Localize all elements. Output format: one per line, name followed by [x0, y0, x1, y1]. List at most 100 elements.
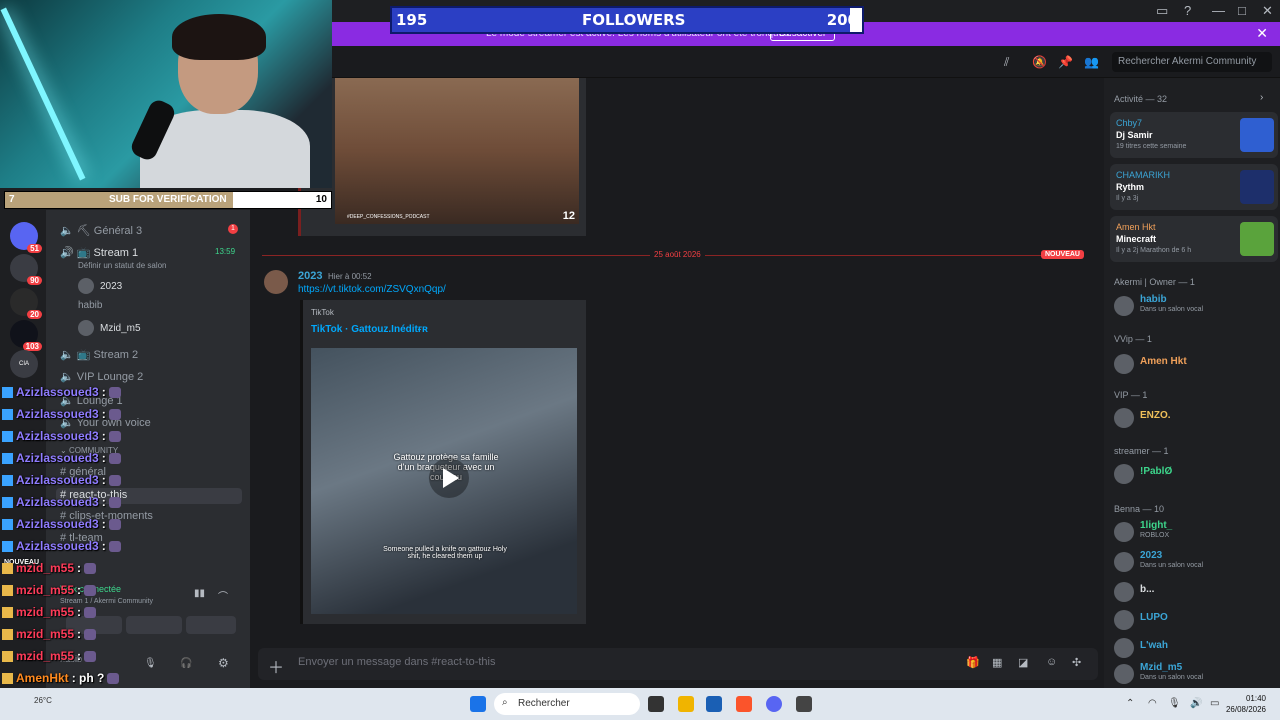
- notification-bell-icon[interactable]: 🔕: [1032, 55, 1047, 69]
- video-subtitle: Someone pulled a knife on gattouz Holy s…: [383, 546, 507, 560]
- play-icon[interactable]: [429, 458, 469, 498]
- threads-icon[interactable]: ⫽: [1004, 55, 1009, 70]
- server-icon-cia[interactable]: CIA: [10, 350, 38, 378]
- message-link[interactable]: https://vt.tiktok.com/ZSVQxnQqp/: [298, 284, 446, 295]
- minimize-icon[interactable]: —: [1212, 3, 1225, 18]
- emote-icon: [84, 606, 97, 618]
- video-embed[interactable]: #DEEP_CONFESSIONS_PODCAST 12: [298, 78, 586, 236]
- channel-general-3[interactable]: 🔈 ⛏ Général 3: [60, 224, 142, 237]
- server-badge: 90: [27, 276, 42, 285]
- mic-tray-icon[interactable]: 🎙: [1168, 698, 1181, 709]
- server-icon[interactable]: 51: [10, 222, 42, 253]
- channel-time: 13:59: [215, 247, 236, 256]
- apps-icon[interactable]: ✣: [1072, 656, 1081, 669]
- member-item[interactable]: habib Dans un salon vocal: [1114, 294, 1274, 316]
- thumbnail-tag: #DEEP_CONFESSIONS_PODCAST: [347, 214, 430, 220]
- streamer-hair: [172, 14, 266, 60]
- chat-line: mzid_m55:: [2, 627, 97, 641]
- member-item[interactable]: 2023 Dans un salon vocal: [1114, 550, 1274, 572]
- search-input[interactable]: Rechercher Akermi Community: [1112, 52, 1272, 72]
- avatar: [78, 320, 94, 336]
- gift-icon[interactable]: 🎁: [966, 656, 980, 669]
- store-icon[interactable]: [706, 696, 722, 712]
- inbox-icon[interactable]: ▭: [1156, 3, 1168, 19]
- activity-detail: Il y a 2j Marathon de 6 h: [1116, 247, 1192, 254]
- channel-vip-lounge-2[interactable]: 🔈 VIP Lounge 2: [60, 370, 143, 383]
- taskbar-search[interactable]: Rechercher: [494, 693, 640, 715]
- member-item[interactable]: Amen Hkt: [1114, 352, 1274, 374]
- voice-user-name: habib: [78, 300, 103, 311]
- tray-chevron-icon[interactable]: ⌃: [1126, 698, 1134, 709]
- channel-status[interactable]: Définir un statut de salon: [78, 261, 167, 270]
- badge-icon: [2, 672, 13, 684]
- server-icon[interactable]: 103: [10, 320, 42, 351]
- discord-icon[interactable]: [766, 696, 782, 712]
- member-item[interactable]: LUPO: [1114, 608, 1274, 630]
- task-view-icon[interactable]: [648, 696, 664, 712]
- activity-user: Amen Hkt: [1116, 222, 1156, 232]
- channel-stream-1[interactable]: 🔊 📺 Stream 1: [60, 246, 138, 259]
- chat-text: :: [101, 517, 106, 531]
- avatar[interactable]: [264, 270, 288, 294]
- video-thumbnail[interactable]: #DEEP_CONFESSIONS_PODCAST 12: [335, 78, 579, 224]
- chat-line: mzid_m55:: [2, 583, 97, 597]
- voice-user[interactable]: 2023: [78, 278, 122, 294]
- activity-card[interactable]: Chby7 Dj Samir 19 titres cette semaine: [1110, 112, 1278, 158]
- member-item[interactable]: !PablØ: [1114, 462, 1274, 484]
- chat-username: Azizlassoued3: [16, 429, 99, 443]
- member-item[interactable]: b...: [1114, 580, 1274, 602]
- member-item[interactable]: ENZO.: [1114, 406, 1274, 428]
- message-input[interactable]: [298, 656, 898, 668]
- activity-title: Rythm: [1116, 182, 1145, 192]
- battery-icon[interactable]: ▭: [1210, 698, 1219, 709]
- obs-icon[interactable]: [796, 696, 812, 712]
- member-item[interactable]: L'wah: [1114, 636, 1274, 658]
- volume-icon[interactable]: 🔊: [1190, 698, 1202, 709]
- help-icon[interactable]: ?: [1184, 3, 1191, 18]
- activity-header: Activité — 32: [1114, 94, 1168, 104]
- server-icon[interactable]: 90: [10, 254, 42, 285]
- activity-card[interactable]: CHAMARIKH Rythm Il y a 3j: [1110, 164, 1278, 210]
- close-window-icon[interactable]: ✕: [1262, 3, 1273, 19]
- banner-close-icon[interactable]: ✕: [1256, 25, 1268, 42]
- message-author[interactable]: 2023: [298, 270, 322, 282]
- emote-icon: [84, 628, 97, 640]
- gif-icon[interactable]: ▦: [992, 656, 1002, 669]
- wifi-icon[interactable]: ◠: [1148, 698, 1157, 709]
- member-name: ENZO.: [1140, 410, 1171, 421]
- brave-browser-icon[interactable]: [736, 696, 752, 712]
- server-icon[interactable]: 20: [10, 288, 42, 319]
- member-list-icon[interactable]: 👥: [1084, 55, 1099, 69]
- emote-icon: [108, 474, 121, 486]
- pin-icon[interactable]: 📌: [1058, 55, 1073, 69]
- member-item[interactable]: 1light_ ROBLOX: [1114, 520, 1274, 542]
- file-explorer-icon[interactable]: [678, 696, 694, 712]
- activity-card[interactable]: Amen Hkt Minecraft Il y a 2j Marathon de…: [1110, 216, 1278, 262]
- member-name: 1light_: [1140, 520, 1173, 531]
- chat-text: : ph ?: [71, 671, 105, 685]
- webcam-overlay: [0, 0, 332, 188]
- voice-user[interactable]: Mzid_m5: [78, 320, 141, 336]
- server-badge: 51: [27, 244, 42, 253]
- badge-icon: [2, 584, 13, 596]
- emoji-icon[interactable]: ☺: [1046, 656, 1057, 668]
- member-name: !PablØ: [1140, 466, 1173, 477]
- taskbar: 26°C Rechercher ⌕ ⌃ ◠ 🎙 🔊 ▭ 01:40 26/08/…: [0, 688, 1280, 720]
- maximize-icon[interactable]: □: [1238, 3, 1246, 18]
- embed-title[interactable]: TikTok · Gattouz.Inéditғʀ: [311, 324, 428, 335]
- chat-username: mzid_m55: [16, 605, 75, 619]
- chat-line: AmenHkt: ph ?: [2, 671, 120, 685]
- emote-icon: [108, 430, 121, 442]
- clock[interactable]: 01:40 26/08/2026: [1226, 693, 1266, 715]
- emote-icon: [108, 540, 121, 552]
- chevron-right-icon[interactable]: ›: [1260, 92, 1263, 103]
- start-icon[interactable]: [470, 696, 486, 712]
- weather-widget[interactable]: 26°C: [34, 696, 52, 705]
- avatar: [1114, 296, 1134, 316]
- channel-stream-2[interactable]: 🔈 📺 Stream 2: [60, 348, 138, 361]
- sub-goal-bar: 7 SUB FOR VERIFICATION 10: [4, 191, 332, 209]
- sticker-icon[interactable]: ◪: [1018, 656, 1028, 669]
- member-item[interactable]: Mzid_m5 Dans un salon vocal: [1114, 662, 1274, 684]
- avatar: [1114, 610, 1134, 630]
- voice-user[interactable]: habib: [78, 300, 102, 311]
